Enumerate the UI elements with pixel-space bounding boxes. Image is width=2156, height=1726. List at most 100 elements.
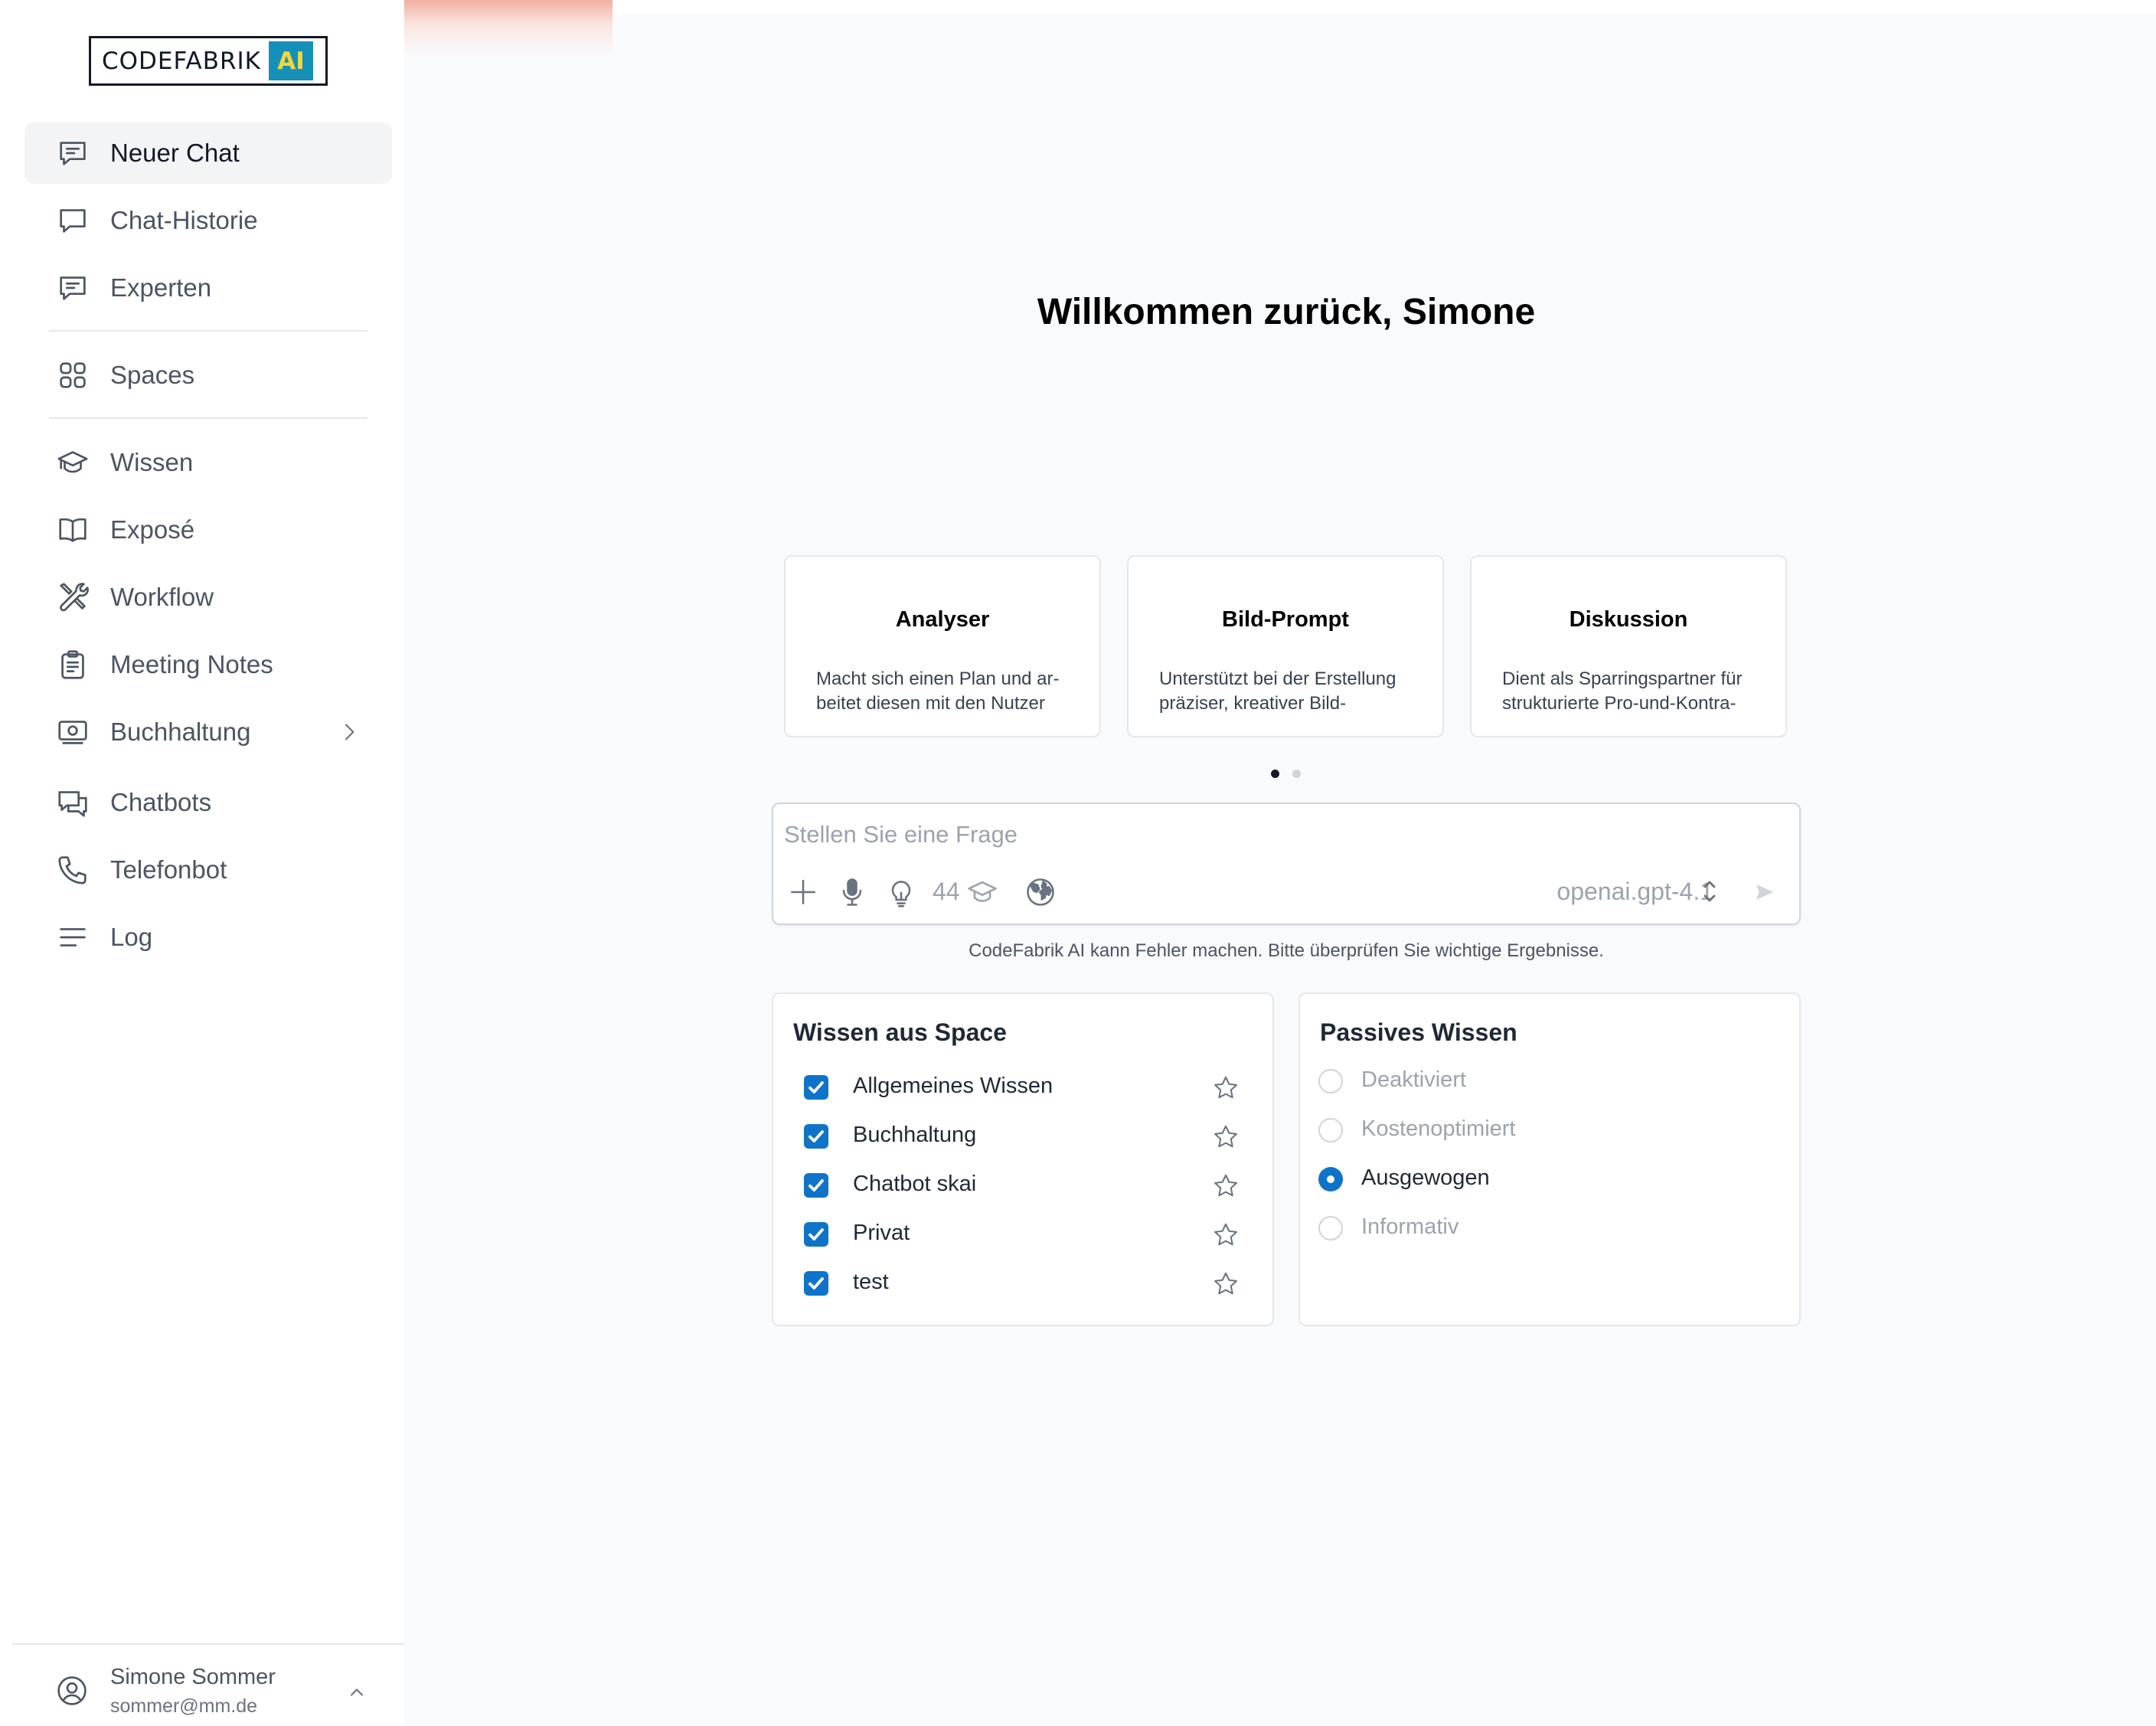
carousel-dot-1[interactable] (1271, 770, 1279, 778)
microphone-icon[interactable] (835, 874, 870, 910)
sidebar-item-wissen[interactable]: Wissen (24, 432, 392, 493)
sidebar-item-label: Workflow (110, 583, 214, 611)
sidebar-item-spaces[interactable]: Spaces (24, 345, 392, 406)
checkbox[interactable] (804, 1075, 828, 1100)
open-book-icon (55, 512, 90, 548)
sidebar-item-expose[interactable]: Exposé (24, 499, 392, 561)
disclaimer-text: CodeFabrik AI kann Fehler machen. Bitte … (969, 940, 1604, 961)
knowledge-row: Chatbot skai (773, 1162, 1272, 1208)
lightbulb-icon[interactable] (884, 874, 919, 910)
card-description: Dient als Sparringspartner für strukturi… (1502, 668, 1743, 714)
chevron-up-icon[interactable] (346, 1682, 368, 1703)
checkbox[interactable] (804, 1124, 828, 1149)
top-strip (612, 0, 2156, 14)
radio-label: Deaktiviert (1361, 1067, 1466, 1092)
logo[interactable]: CODEFABRIK AI (89, 36, 328, 86)
star-icon[interactable] (1211, 1172, 1240, 1201)
sidebar-item-workflow[interactable]: Workflow (24, 567, 392, 628)
card-title: Diskussion (1569, 607, 1688, 632)
radio-option-deaktiviert[interactable]: Deaktiviert (1300, 1058, 1799, 1104)
globe-icon[interactable] (1023, 874, 1058, 910)
radio-button[interactable] (1318, 1216, 1343, 1241)
sidebar-item-label: Log (110, 923, 153, 951)
chevron-up-down-icon[interactable] (1700, 876, 1720, 907)
sidebar-item-label: Buchhaltung (110, 718, 251, 746)
chat-bubble-icon (55, 203, 90, 238)
card-description: Macht sich einen Plan und ar-beitet dies… (816, 668, 1060, 714)
sidebar-item-label: Telefonbot (110, 855, 227, 884)
sidebar-item-telefonbot[interactable]: Telefonbot (24, 839, 392, 901)
knowledge-label: Allgemeines Wissen (853, 1074, 1054, 1098)
radio-option-informativ[interactable]: Informativ (1300, 1205, 1799, 1251)
chat-composer: 44 openai.gpt-4.1 (772, 803, 1801, 925)
knowledge-count[interactable]: 44 (933, 878, 960, 906)
sidebar-item-chat-historie[interactable]: Chat-Historie (24, 190, 392, 251)
star-icon[interactable] (1211, 1123, 1240, 1152)
logo-badge: AI (268, 41, 313, 80)
sidebar-item-meeting-notes[interactable]: Meeting Notes (24, 634, 392, 695)
radio-label: Informativ (1361, 1214, 1459, 1239)
checkbox[interactable] (804, 1271, 828, 1296)
radio-button[interactable] (1318, 1118, 1343, 1142)
sidebar-item-buchhaltung[interactable]: Buchhaltung (24, 701, 392, 763)
card-description: Unterstützt bei der Erstellung präziser,… (1159, 668, 1396, 714)
sidebar-item-neuer-chat[interactable]: Neuer Chat (24, 123, 392, 184)
expert-card-bild-prompt[interactable]: Bild-Prompt Unterstützt bei der Erstellu… (1127, 555, 1444, 737)
card-title: Analyser (895, 607, 990, 632)
sidebar-item-chatbots[interactable]: Chatbots (24, 772, 392, 833)
chat-bubble-lines-icon (55, 136, 90, 171)
tools-icon (55, 580, 90, 615)
user-name: Simone Sommer (110, 1665, 276, 1689)
sidebar-item-log[interactable]: Log (24, 907, 392, 968)
panel-title: Passives Wissen (1320, 1018, 1517, 1046)
checkbox[interactable] (804, 1222, 828, 1247)
knowledge-row: test (773, 1260, 1272, 1306)
clipboard-icon (55, 647, 90, 682)
logo-text: CODEFABRIK (102, 47, 261, 75)
sidebar-divider (49, 330, 368, 332)
graduation-cap-icon[interactable] (965, 874, 1000, 910)
radio-button[interactable] (1318, 1069, 1343, 1093)
card-title: Bild-Prompt (1222, 607, 1349, 632)
grid-squares-icon (55, 358, 90, 393)
radio-option-kostenoptimiert[interactable]: Kostenoptimiert (1300, 1107, 1799, 1153)
model-selector[interactable]: openai.gpt-4.1 (1557, 878, 1713, 906)
sidebar-divider (49, 417, 368, 419)
expert-card-diskussion[interactable]: Diskussion Dient als Sparringspartner fü… (1470, 555, 1787, 737)
sidebar-item-label: Wissen (110, 448, 194, 476)
knowledge-row: Privat (773, 1211, 1272, 1257)
panel-title: Wissen aus Space (793, 1018, 1007, 1046)
knowledge-label: Privat (853, 1221, 910, 1245)
cash-icon (55, 714, 90, 750)
sidebar-item-label: Neuer Chat (110, 139, 240, 167)
knowledge-label: Chatbot skai (853, 1172, 977, 1196)
chat-bubbles-icon (55, 785, 90, 820)
star-icon[interactable] (1211, 1074, 1240, 1103)
radio-button[interactable] (1318, 1167, 1343, 1192)
space-knowledge-panel: Wissen aus Space Allgemeines Wissen Buch… (772, 992, 1274, 1326)
send-icon[interactable] (1753, 881, 1776, 904)
sidebar-item-label: Exposé (110, 515, 195, 544)
expert-card-analyser[interactable]: Analyser Macht sich einen Plan und ar-be… (784, 555, 1101, 737)
star-icon[interactable] (1211, 1221, 1240, 1250)
star-icon[interactable] (1211, 1270, 1240, 1299)
knowledge-label: test (853, 1270, 889, 1294)
graduation-cap-icon (55, 445, 90, 480)
sidebar-item-label: Chatbots (110, 788, 212, 816)
sidebar-item-label: Meeting Notes (110, 650, 273, 678)
knowledge-row: Allgemeines Wissen (773, 1064, 1272, 1110)
chevron-right-icon[interactable] (337, 720, 361, 744)
user-avatar-icon[interactable] (55, 1674, 89, 1708)
chat-input[interactable] (784, 818, 1779, 852)
sidebar-item-experten[interactable]: Experten (24, 257, 392, 319)
knowledge-row: Buchhaltung (773, 1113, 1272, 1159)
user-email: sommer@mm.de (110, 1695, 258, 1717)
radio-label: Kostenoptimiert (1361, 1116, 1516, 1141)
radio-label: Ausgewogen (1361, 1165, 1490, 1190)
radio-option-ausgewogen[interactable]: Ausgewogen (1300, 1156, 1799, 1202)
sidebar-item-label: Experten (110, 273, 212, 302)
carousel-dot-2[interactable] (1292, 770, 1301, 778)
sidebar-item-label: Spaces (110, 361, 195, 389)
add-icon[interactable] (786, 874, 821, 910)
checkbox[interactable] (804, 1173, 828, 1198)
